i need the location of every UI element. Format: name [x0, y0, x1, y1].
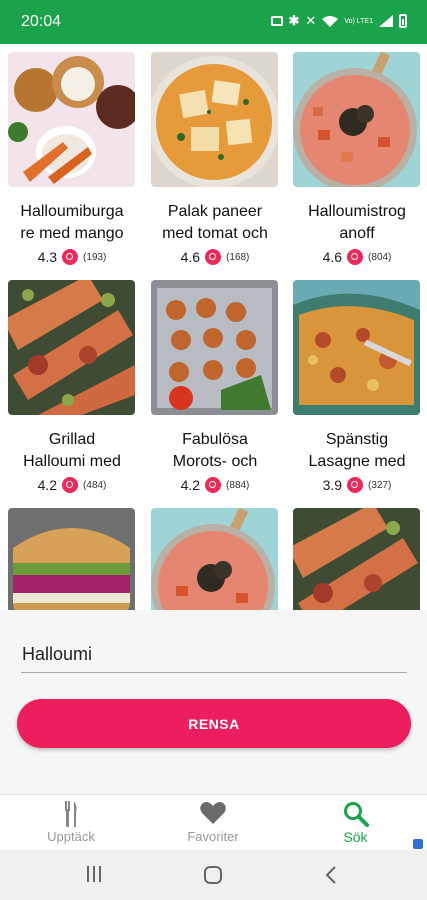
tab-search[interactable]: Sök	[284, 795, 427, 851]
search-panel: RENSA	[0, 610, 427, 794]
recipe-card[interactable]: Halloumistrog anoff 4.6 (804)	[293, 52, 421, 265]
tab-discover[interactable]: Upptäck	[0, 795, 142, 851]
rating-score: 3.9	[322, 477, 343, 493]
recipe-image-stroganoff	[293, 52, 420, 187]
recipe-card[interactable]: Palak paneer med tomat och 4.6 (168)	[151, 52, 279, 265]
recipe-rating: 4.2 (484)	[8, 477, 136, 493]
recipe-image-burger-bowl	[8, 52, 135, 187]
recipe-image-grilled-halloumi	[293, 508, 420, 610]
recipe-card[interactable]	[293, 508, 421, 610]
system-nav	[0, 850, 427, 900]
recipe-card[interactable]	[151, 508, 279, 610]
clear-button[interactable]: RENSA	[17, 699, 411, 748]
recipe-image-sandwich	[8, 508, 135, 610]
recipe-title-line1: Halloumistrog	[308, 203, 406, 220]
rating-badge-icon	[62, 477, 79, 493]
recipe-title-line1: Grillad	[48, 431, 96, 448]
status-icons: ✱ ✕ Vo) LTE1	[270, 13, 407, 29]
recipe-title-line2: Lasagne med	[308, 453, 406, 470]
camera-icon	[270, 16, 283, 26]
home-icon[interactable]	[203, 865, 223, 885]
rating-badge-icon	[205, 477, 222, 493]
rating-score: 4.6	[180, 249, 201, 265]
recipe-rating: 4.3 (193)	[8, 249, 136, 265]
search-input[interactable]	[21, 636, 407, 673]
recipe-card[interactable]: Halloumiburga re med mango 4.3 (193)	[8, 52, 136, 265]
recipe-rating: 4.6 (168)	[151, 249, 279, 265]
recipe-rating: 4.2 (884)	[151, 477, 279, 493]
recipe-title-line2: anoff	[339, 225, 375, 242]
recipe-image-carrot-balls	[151, 280, 278, 415]
recipe-title-line1: Halloumiburga	[20, 203, 124, 220]
recipe-image-stroganoff	[151, 508, 278, 610]
recipe-image-lasagne	[293, 280, 420, 415]
recipe-card[interactable]	[8, 508, 136, 610]
status-time: 20:04	[21, 13, 62, 30]
bluetooth-icon: ✱	[288, 13, 300, 28]
rating-count: (804)	[368, 251, 392, 263]
recipe-rating: 4.6 (804)	[293, 249, 421, 265]
rating-badge-icon	[62, 249, 79, 265]
recipe-card[interactable]: Spänstig Lasagne med 3.9 (327)	[293, 280, 421, 493]
recent-apps-icon[interactable]	[85, 865, 103, 883]
notification-icon	[413, 839, 423, 849]
rating-badge-icon	[347, 477, 364, 493]
search-icon	[343, 802, 369, 827]
battery-icon	[399, 14, 407, 28]
signal-icon	[379, 15, 393, 27]
rating-badge-icon	[347, 249, 364, 265]
rating-count: (327)	[368, 479, 392, 491]
recipe-image-grilled-halloumi	[8, 280, 135, 415]
rating-count: (193)	[83, 251, 107, 263]
tab-favorites[interactable]: Favoriter	[142, 795, 284, 851]
tab-favorites-label: Favoriter	[187, 829, 239, 844]
back-icon[interactable]	[324, 865, 338, 885]
bottom-nav: Upptäck Favoriter Sök	[0, 794, 427, 851]
recipe-title-line1: Palak paneer	[167, 203, 263, 220]
recipe-title-line2: Halloumi med	[23, 453, 121, 470]
tab-discover-label: Upptäck	[47, 829, 95, 844]
rating-score: 4.6	[322, 249, 343, 265]
recipe-rating: 3.9 (327)	[293, 477, 421, 493]
heart-icon	[200, 802, 226, 824]
recipe-title-line2: Morots- och	[172, 453, 258, 470]
cutlery-icon	[65, 801, 77, 827]
recipe-image-curry-paneer	[151, 52, 278, 187]
recipe-title-line2: re med mango	[20, 225, 124, 242]
rating-score: 4.2	[37, 477, 58, 493]
mute-icon: ✕	[305, 13, 317, 28]
rating-score: 4.3	[37, 249, 58, 265]
status-bar: 20:04 ✱ ✕ Vo) LTE1	[0, 0, 427, 44]
recipe-title-line1: Fabulösa	[182, 431, 248, 448]
rating-count: (884)	[226, 479, 250, 491]
rating-count: (168)	[226, 251, 250, 263]
recipe-title-line1: Spänstig	[325, 431, 389, 448]
recipe-title-line2: med tomat och	[162, 225, 268, 242]
network-label: Vo) LTE1	[344, 17, 373, 25]
tab-search-label: Sök	[343, 829, 368, 845]
recipe-card[interactable]: Grillad Halloumi med 4.2 (484)	[8, 280, 136, 493]
wifi-icon	[322, 15, 339, 27]
rating-count: (484)	[83, 479, 107, 491]
recipe-card[interactable]: Fabulösa Morots- och 4.2 (884)	[151, 280, 279, 493]
recipe-grid: Halloumiburga re med mango 4.3 (193) Pal…	[0, 44, 427, 610]
rating-score: 4.2	[180, 477, 201, 493]
rating-badge-icon	[205, 249, 222, 265]
